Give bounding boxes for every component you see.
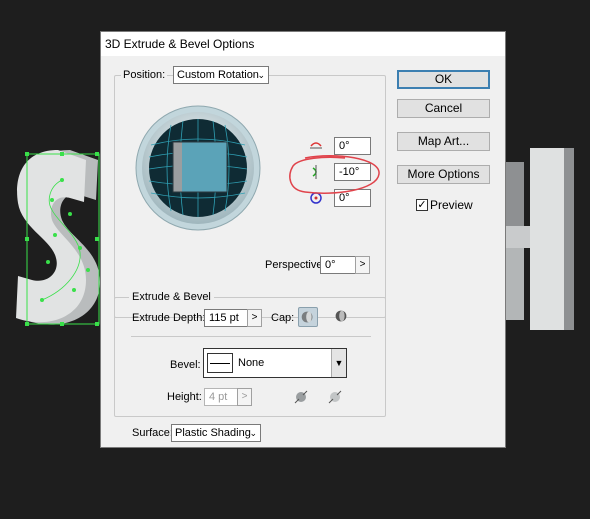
- extrude-bevel-group-label: Extrude & Bevel: [129, 291, 214, 304]
- perspective-label: Perspective:: [265, 259, 326, 271]
- extrude-bevel-dialog: 3D Extrude & Bevel Options Position: Cus…: [100, 31, 506, 448]
- x-axis-rotation-field[interactable]: 0°: [334, 137, 371, 155]
- extrude-depth-label: Extrude Depth:: [132, 312, 206, 324]
- bevel-extent-out-icon[interactable]: [291, 387, 311, 407]
- extrude-divider: [131, 336, 371, 337]
- bevel-extent-in-icon[interactable]: [325, 387, 345, 407]
- height-label: Height:: [167, 391, 202, 403]
- perspective-slider-arrow[interactable]: >: [355, 256, 370, 274]
- annotation-circle: [289, 155, 380, 194]
- extrude-depth-field[interactable]: 115 pt: [204, 309, 248, 327]
- extrude-depth-arrow[interactable]: >: [247, 309, 262, 327]
- cap-on-button[interactable]: [298, 307, 318, 327]
- map-art-button[interactable]: Map Art...: [397, 132, 490, 151]
- letter-s-artwork: [16, 150, 100, 326]
- preview-checkbox[interactable]: ✓: [416, 199, 428, 211]
- surface-select[interactable]: Plastic Shading ⌄: [171, 424, 261, 442]
- surface-label: Surface:: [132, 427, 173, 439]
- bevel-label: Bevel:: [170, 359, 201, 371]
- x-axis-rotate-icon: [309, 139, 323, 153]
- chevron-down-icon: ⌄: [249, 428, 257, 438]
- letter-h-artwork: [506, 148, 574, 330]
- position-select-value: Custom Rotation: [177, 69, 259, 81]
- dialog-title: 3D Extrude & Bevel Options: [101, 32, 505, 56]
- surface-select-value: Plastic Shading: [175, 427, 251, 439]
- cap-off-icon: [335, 310, 347, 322]
- bevel-value: None: [238, 357, 265, 369]
- preview-label: Preview: [430, 198, 473, 212]
- perspective-field[interactable]: 0°: [320, 256, 356, 274]
- bevel-select[interactable]: None ▼: [203, 348, 347, 378]
- rotation-track-cube[interactable]: [135, 105, 261, 231]
- cap-off-button[interactable]: [332, 307, 352, 327]
- more-options-button[interactable]: More Options: [397, 165, 490, 184]
- check-mark-icon: ✓: [417, 199, 427, 211]
- cancel-button[interactable]: Cancel: [397, 99, 490, 118]
- cap-label: Cap:: [271, 312, 295, 324]
- bevel-dropdown-button[interactable]: ▼: [331, 349, 346, 377]
- bevel-preview-icon: [207, 353, 233, 373]
- position-label: Position:: [121, 69, 168, 82]
- chevron-down-icon: ▼: [334, 358, 344, 368]
- position-select[interactable]: Custom Rotation ⌄: [173, 66, 269, 84]
- chevron-down-icon: ⌄: [257, 70, 265, 80]
- cap-on-icon: [301, 311, 313, 323]
- ok-button[interactable]: OK: [397, 70, 490, 89]
- height-field[interactable]: 4 pt: [204, 388, 238, 406]
- height-arrow[interactable]: >: [237, 388, 252, 406]
